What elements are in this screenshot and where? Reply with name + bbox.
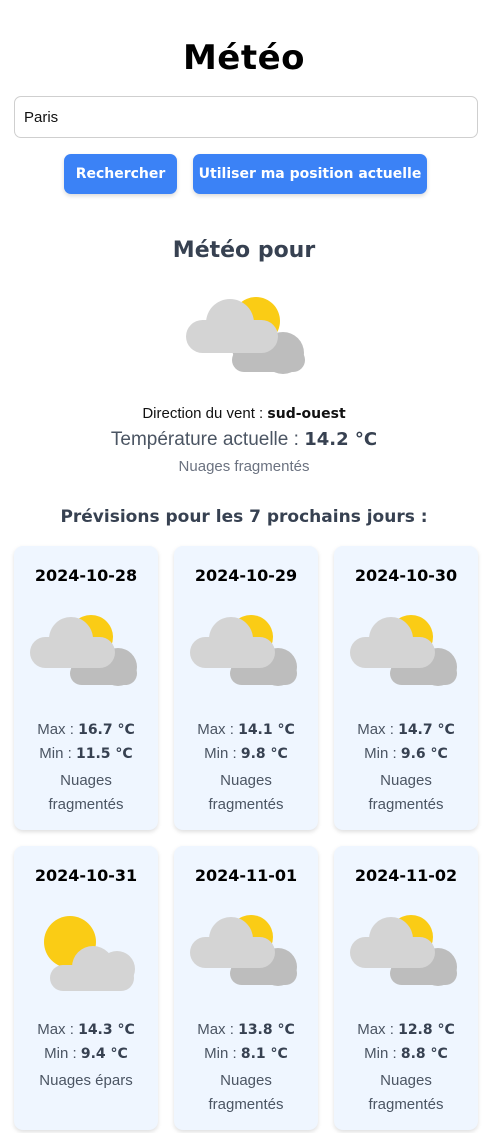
min-label: Min : [204, 1045, 237, 1062]
forecast-description: Nuages épars [39, 1072, 133, 1089]
min-label: Min : [364, 745, 397, 762]
max-label: Max : [357, 721, 394, 738]
current-temperature-value: 14.2 °C [304, 429, 378, 450]
min-value: 9.8 °C [240, 746, 288, 762]
current-temperature-line: Température actuelle : 14.2 °C [0, 429, 488, 451]
min-value: 11.5 °C [75, 746, 133, 762]
max-value: 14.1 °C [238, 722, 295, 738]
forecast-min-line: Min : 9.8 °C [174, 745, 318, 762]
scattered-clouds-icon [44, 916, 135, 991]
wind-direction-line: Direction du vent : sud-ouest [0, 405, 488, 422]
search-button[interactable]: Rechercher [64, 154, 177, 194]
forecast-date: 2024-10-29 [194, 566, 298, 585]
broken-clouds-icon [350, 615, 457, 686]
forecast-description: Nuages fragmentés [368, 772, 444, 813]
forecast-min-line: Min : 8.1 °C [174, 1045, 318, 1062]
min-label: Min : [204, 745, 237, 762]
wind-direction-value: sud-ouest [267, 406, 346, 422]
forecast-description: Nuages fragmentés [208, 772, 284, 813]
max-value: 16.7 °C [78, 722, 135, 738]
min-value: 8.1 °C [240, 1046, 288, 1062]
broken-clouds-icon [350, 915, 457, 986]
forecast-card: 2024-10-29 Max : 14.1 °C Min : 9.8 °C Nu… [174, 546, 318, 830]
city-search-input[interactable] [14, 96, 478, 138]
forecast-date: 2024-10-31 [34, 866, 138, 885]
forecast-min-line: Min : 9.6 °C [334, 745, 478, 762]
forecast-date: 2024-11-01 [194, 866, 298, 885]
broken-clouds-icon [190, 915, 297, 986]
wind-direction-label: Direction du vent : [142, 405, 264, 422]
broken-clouds-icon [190, 615, 297, 686]
min-label: Min : [39, 745, 72, 762]
broken-clouds-icon [30, 615, 137, 686]
max-label: Max : [357, 1021, 394, 1038]
forecast-max-line: Max : 14.1 °C [174, 721, 318, 738]
current-weather-heading: Météo pour [172, 238, 316, 263]
forecast-card: 2024-11-01 Max : 13.8 °C Min : 8.1 °C Nu… [174, 846, 318, 1130]
forecast-card: 2024-10-30 Max : 14.7 °C Min : 9.6 °C Nu… [334, 546, 478, 830]
max-label: Max : [197, 721, 234, 738]
max-value: 12.8 °C [398, 1022, 455, 1038]
current-description: Nuages fragmentés [178, 458, 310, 475]
broken-clouds-icon [186, 297, 305, 374]
forecast-date: 2024-11-02 [354, 866, 458, 885]
forecast-heading: Prévisions pour les 7 prochains jours : [60, 507, 428, 527]
forecast-description: Nuages fragmentés [48, 772, 124, 813]
min-label: Min : [364, 1045, 397, 1062]
max-value: 14.7 °C [398, 722, 455, 738]
forecast-card: 2024-10-31 Max : 14.3 °C Min : 9.4 °C Nu… [14, 846, 158, 1130]
forecast-card: 2024-10-28 Max : 16.7 °C Min : 11.5 °C N… [14, 546, 158, 830]
forecast-max-line: Max : 16.7 °C [14, 721, 158, 738]
forecast-card: 2024-11-02 Max : 12.8 °C Min : 8.8 °C Nu… [334, 846, 478, 1130]
min-value: 9.6 °C [400, 746, 448, 762]
max-label: Max : [37, 721, 74, 738]
forecast-min-line: Min : 11.5 °C [14, 745, 158, 762]
max-value: 14.3 °C [78, 1022, 135, 1038]
current-temperature-label: Température actuelle : [110, 429, 299, 450]
forecast-max-line: Max : 12.8 °C [334, 1021, 478, 1038]
max-value: 13.8 °C [238, 1022, 295, 1038]
max-label: Max : [37, 1021, 74, 1038]
forecast-max-line: Max : 14.7 °C [334, 721, 478, 738]
use-current-location-button[interactable]: Utiliser ma position actuelle [193, 154, 427, 194]
forecast-min-line: Min : 8.8 °C [334, 1045, 478, 1062]
min-value: 8.8 °C [400, 1046, 448, 1062]
max-label: Max : [197, 1021, 234, 1038]
forecast-date: 2024-10-28 [34, 566, 138, 585]
min-value: 9.4 °C [80, 1046, 128, 1062]
page-title: Météo [182, 38, 306, 78]
forecast-description: Nuages fragmentés [208, 1072, 284, 1113]
forecast-date: 2024-10-30 [354, 566, 458, 585]
forecast-description: Nuages fragmentés [368, 1072, 444, 1113]
forecast-min-line: Min : 9.4 °C [14, 1045, 158, 1062]
forecast-max-line: Max : 13.8 °C [174, 1021, 318, 1038]
weather-page: Météo Rechercher Utiliser ma position ac… [0, 0, 488, 1133]
min-label: Min : [44, 1045, 77, 1062]
forecast-max-line: Max : 14.3 °C [14, 1021, 158, 1038]
